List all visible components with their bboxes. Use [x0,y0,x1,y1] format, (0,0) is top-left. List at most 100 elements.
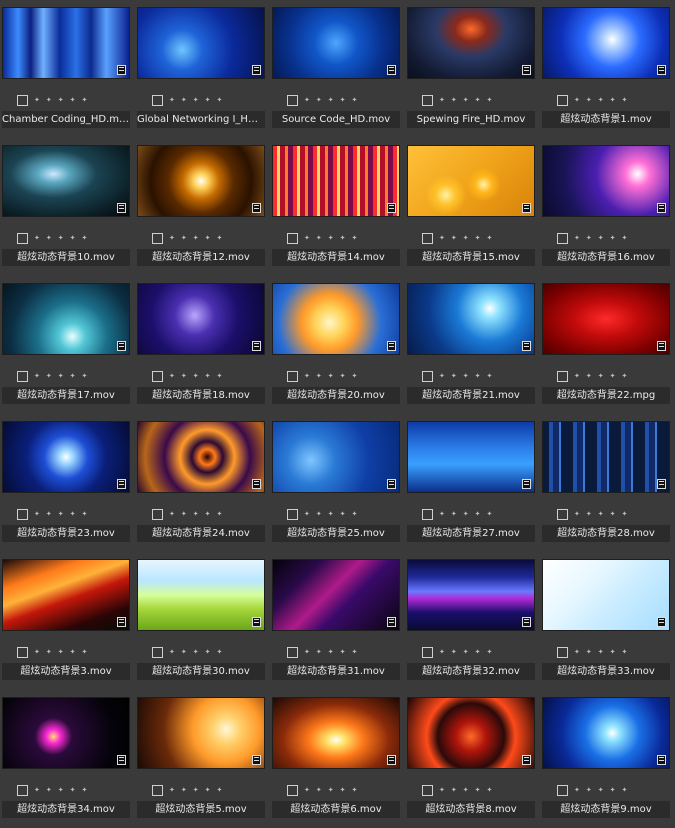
select-checkbox[interactable] [422,370,433,382]
rating-star-icon[interactable]: ✦ [451,372,457,380]
rating-star-icon[interactable]: ✦ [304,786,310,794]
rating-star-icon[interactable]: ✦ [304,96,310,104]
media-item[interactable]: ✦ ✦ ✦ ✦ ✦ 超炫动态背景30.mov [135,552,270,690]
video-thumbnail[interactable] [2,7,130,79]
rating-star-icon[interactable]: ✦ [58,648,64,656]
video-thumbnail[interactable] [137,421,265,493]
file-name-label[interactable]: 超炫动态背景1.mov [542,111,670,128]
rating-star-icon[interactable]: ✦ [205,372,211,380]
rating-star-icon[interactable]: ✦ [58,510,64,518]
select-checkbox[interactable] [287,232,298,244]
rating-star-icon[interactable]: ✦ [352,234,358,242]
rating-star-icon[interactable]: ✦ [205,510,211,518]
media-item[interactable]: ✦ ✦ ✦ ✦ ✦ 超炫动态背景15.mov [405,138,540,276]
rating-star-icon[interactable]: ✦ [316,234,322,242]
rating-star-icon[interactable]: ✦ [340,786,346,794]
rating-star-icon[interactable]: ✦ [574,786,580,794]
rating-star-icon[interactable]: ✦ [316,648,322,656]
video-thumbnail[interactable] [2,559,130,631]
rating-star-icon[interactable]: ✦ [475,786,481,794]
select-checkbox[interactable] [152,508,163,520]
file-name-label[interactable]: 超炫动态背景28.mov [542,525,670,542]
rating-star-icon[interactable]: ✦ [352,96,358,104]
video-thumbnail[interactable] [137,559,265,631]
rating-star-icon[interactable]: ✦ [328,96,334,104]
rating-star-icon[interactable]: ✦ [598,786,604,794]
rating-star-icon[interactable]: ✦ [586,648,592,656]
rating-star-icon[interactable]: ✦ [205,96,211,104]
media-item[interactable]: ✦ ✦ ✦ ✦ ✦ 超炫动态背景3.mov [0,552,135,690]
media-item[interactable]: ✦ ✦ ✦ ✦ ✦ Source Code_HD.mov [270,0,405,138]
rating-star-icon[interactable]: ✦ [328,648,334,656]
rating-star-icon[interactable]: ✦ [610,648,616,656]
select-checkbox[interactable] [17,232,28,244]
file-name-label[interactable]: 超炫动态背景22.mpg [542,387,670,404]
rating-star-icon[interactable]: ✦ [70,648,76,656]
media-item[interactable]: ✦ ✦ ✦ ✦ ✦ 超炫动态背景12.mov [135,138,270,276]
rating-star-icon[interactable]: ✦ [610,372,616,380]
rating-star-icon[interactable]: ✦ [169,234,175,242]
rating-star-icon[interactable]: ✦ [34,786,40,794]
rating-star-icon[interactable]: ✦ [475,96,481,104]
select-checkbox[interactable] [17,646,28,658]
rating-star-icon[interactable]: ✦ [586,234,592,242]
rating-star-icon[interactable]: ✦ [181,510,187,518]
rating-star-icon[interactable]: ✦ [475,234,481,242]
file-name-label[interactable]: Spewing Fire_HD.mov [407,111,535,128]
rating-star-icon[interactable]: ✦ [46,510,52,518]
video-thumbnail[interactable] [272,559,400,631]
rating-star-icon[interactable]: ✦ [46,234,52,242]
rating-star-icon[interactable]: ✦ [586,372,592,380]
video-thumbnail[interactable] [272,7,400,79]
rating-star-icon[interactable]: ✦ [340,372,346,380]
rating-star-icon[interactable]: ✦ [193,372,199,380]
select-checkbox[interactable] [422,784,433,796]
rating-star-icon[interactable]: ✦ [340,510,346,518]
rating-star-icon[interactable]: ✦ [574,234,580,242]
rating-star-icon[interactable]: ✦ [316,372,322,380]
file-name-label[interactable]: 超炫动态背景12.mov [137,249,265,266]
rating-star-icon[interactable]: ✦ [34,510,40,518]
media-item[interactable]: ✦ ✦ ✦ ✦ ✦ 超炫动态背景17.mov [0,276,135,414]
select-checkbox[interactable] [557,646,568,658]
select-checkbox[interactable] [557,784,568,796]
rating-star-icon[interactable]: ✦ [46,372,52,380]
rating-star-icon[interactable]: ✦ [304,510,310,518]
rating-star-icon[interactable]: ✦ [304,648,310,656]
select-checkbox[interactable] [557,370,568,382]
rating-star-icon[interactable]: ✦ [193,510,199,518]
file-name-label[interactable]: 超炫动态背景27.mov [407,525,535,542]
rating-star-icon[interactable]: ✦ [622,648,628,656]
media-item[interactable]: ✦ ✦ ✦ ✦ ✦ Chamber Coding_HD.mov [0,0,135,138]
rating-star-icon[interactable]: ✦ [46,648,52,656]
select-checkbox[interactable] [287,370,298,382]
select-checkbox[interactable] [557,508,568,520]
file-name-label[interactable]: Source Code_HD.mov [272,111,400,128]
rating-star-icon[interactable]: ✦ [169,372,175,380]
rating-star-icon[interactable]: ✦ [610,96,616,104]
rating-star-icon[interactable]: ✦ [82,372,88,380]
select-checkbox[interactable] [422,232,433,244]
rating-star-icon[interactable]: ✦ [463,372,469,380]
file-name-label[interactable]: 超炫动态背景17.mov [2,387,130,404]
rating-star-icon[interactable]: ✦ [610,786,616,794]
rating-star-icon[interactable]: ✦ [463,510,469,518]
rating-star-icon[interactable]: ✦ [70,96,76,104]
file-name-label[interactable]: 超炫动态背景32.mov [407,663,535,680]
rating-star-icon[interactable]: ✦ [217,510,223,518]
rating-star-icon[interactable]: ✦ [328,372,334,380]
rating-star-icon[interactable]: ✦ [622,234,628,242]
rating-star-icon[interactable]: ✦ [70,510,76,518]
select-checkbox[interactable] [422,508,433,520]
video-thumbnail[interactable] [542,7,670,79]
media-item[interactable]: ✦ ✦ ✦ ✦ ✦ 超炫动态背景10.mov [0,138,135,276]
rating-star-icon[interactable]: ✦ [205,786,211,794]
rating-star-icon[interactable]: ✦ [304,234,310,242]
rating-star-icon[interactable]: ✦ [205,234,211,242]
video-thumbnail[interactable] [272,421,400,493]
select-checkbox[interactable] [152,784,163,796]
rating-star-icon[interactable]: ✦ [169,510,175,518]
select-checkbox[interactable] [17,94,28,106]
video-thumbnail[interactable] [542,559,670,631]
rating-star-icon[interactable]: ✦ [439,786,445,794]
